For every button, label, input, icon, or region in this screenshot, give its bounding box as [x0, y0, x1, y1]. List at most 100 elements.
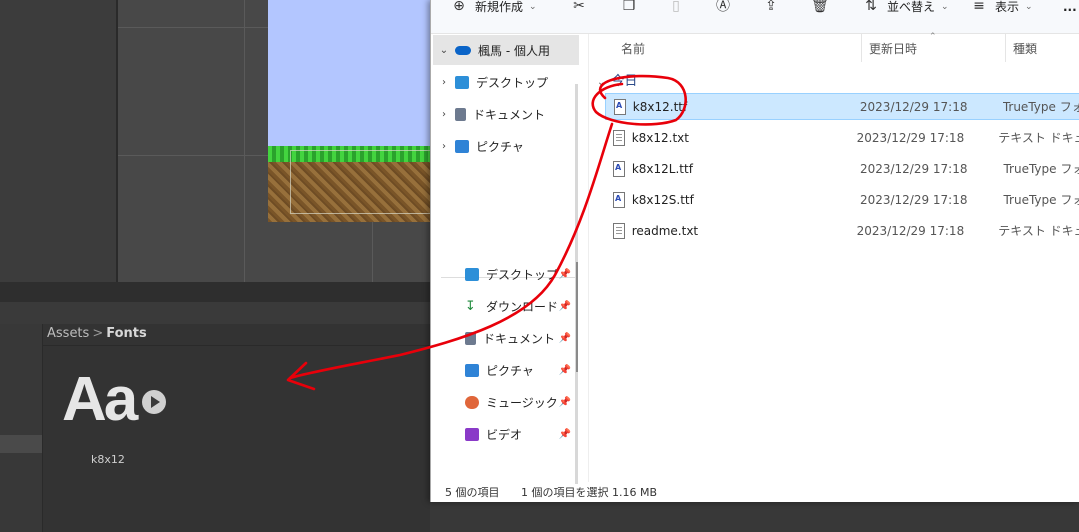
font-asset-label[interactable]: k8x12 — [91, 453, 125, 466]
file-date: 2023/12/29 17:18 — [859, 192, 968, 207]
quick-access-downloads[interactable]: ↧ ダウンロード 📌 — [433, 291, 579, 321]
sort-caret-icon: ⌃ — [929, 32, 937, 42]
video-icon — [465, 427, 479, 441]
quick-access-music[interactable]: ミュージック 📌 — [433, 387, 579, 417]
column-header-name[interactable]: 名前 — [621, 40, 645, 57]
table-row[interactable]: readme.txt 2023/12/29 17:18 テキスト ドキュ — [605, 217, 1079, 244]
new-button-label: 新規作成 — [475, 0, 524, 14]
desktop-icon — [465, 267, 479, 281]
pin-icon[interactable]: 📌 — [559, 269, 571, 280]
sidebar-item-label: ピクチャ — [476, 139, 524, 154]
column-header-type[interactable]: 種類 — [1013, 40, 1037, 57]
file-date: 2023/12/29 17:18 — [856, 130, 965, 145]
table-row[interactable]: k8x12S.ttf 2023/12/29 17:18 TrueType フォ — [605, 186, 1079, 213]
share-icon: ⇪ — [765, 0, 777, 14]
plus-circle-icon: ⊕ — [453, 0, 465, 14]
sidebar-item-documents[interactable]: › ドキュメント — [433, 99, 579, 129]
view-button[interactable]: ≡ 表示 ⌄ — [971, 0, 1032, 14]
play-icon[interactable] — [142, 390, 166, 414]
navigation-pane[interactable]: ⌄ 楓馬 - 個人用 › デスクトップ › ドキュメント › ピクチャ デスクト… — [431, 34, 581, 484]
file-type: テキスト ドキュ — [998, 224, 1079, 238]
chevron-down-icon: ⌄ — [597, 77, 606, 88]
pin-icon[interactable]: 📌 — [559, 333, 571, 344]
project-folder-selected[interactable] — [0, 435, 42, 453]
sidebar-scrollbar-thumb[interactable] — [576, 262, 578, 372]
sidebar-item-label: 楓馬 - 個人用 — [478, 43, 550, 58]
sidebar-item-label: デスクトップ — [476, 75, 549, 90]
column-divider[interactable] — [1005, 34, 1006, 62]
share-button[interactable]: ⇪ — [763, 0, 779, 14]
copy-button[interactable]: ❐ — [621, 0, 637, 14]
table-row[interactable]: k8x12L.ttf 2023/12/29 17:18 TrueType フォ — [605, 155, 1079, 182]
status-selection: 1 個の項目を選択 1.16 MB — [521, 486, 658, 499]
chevron-right-icon[interactable]: › — [433, 109, 455, 120]
sort-button[interactable]: ⇅ 並べ替え ⌄ — [863, 0, 948, 14]
breadcrumb: Assets > Fonts — [47, 325, 147, 345]
chevron-down-icon: ⌄ — [529, 2, 537, 12]
file-name: k8x12S.ttf — [631, 192, 694, 207]
breadcrumb-root[interactable]: Assets — [47, 326, 89, 341]
breadcrumb-current[interactable]: Fonts — [106, 326, 147, 341]
file-date: 2023/12/29 17:18 — [856, 223, 965, 238]
document-icon — [465, 331, 476, 345]
sidebar-item-desktop[interactable]: › デスクトップ — [433, 67, 579, 97]
font-file-icon — [614, 98, 626, 115]
cloud-icon — [455, 45, 471, 55]
quick-access-pictures[interactable]: ピクチャ 📌 — [433, 355, 579, 385]
status-bar: 5 個の項目 1 個の項目を選択 1.16 MB — [431, 482, 1079, 502]
delete-button[interactable]: 🗑 — [811, 0, 829, 14]
project-toolbar — [0, 302, 430, 325]
table-row[interactable]: k8x12.ttf 2023/12/29 17:18 TrueType フォ — [605, 93, 1079, 120]
file-date: 2023/12/29 17:18 — [859, 99, 968, 114]
file-name: k8x12L.ttf — [631, 161, 693, 176]
table-row[interactable]: k8x12.txt 2023/12/29 17:18 テキスト ドキュ — [605, 124, 1079, 151]
pin-icon[interactable]: 📌 — [559, 397, 571, 408]
file-date: 2023/12/29 17:18 — [859, 161, 968, 176]
file-name: k8x12.txt — [631, 130, 689, 145]
scene-sky — [268, 0, 430, 150]
quick-access-documents[interactable]: ドキュメント 📌 — [433, 323, 579, 353]
cut-button[interactable]: ✂ — [571, 0, 587, 14]
chevron-right-icon[interactable]: › — [433, 141, 455, 152]
chevron-down-icon[interactable]: ⌄ — [433, 45, 455, 56]
file-explorer-window[interactable]: ⊕ 新規作成 ⌄ ✂ ❐ ▯ Ⓐ ⇪ 🗑 ⇅ 並べ替え ⌄ ≡ 表示 ⌄ ...… — [430, 0, 1079, 502]
pin-icon[interactable]: 📌 — [559, 301, 571, 312]
quick-access-videos[interactable]: ビデオ 📌 — [433, 419, 579, 449]
breadcrumb-separator: > — [92, 326, 104, 341]
quick-access-label: デスクトップ — [486, 267, 559, 282]
column-header-date[interactable]: 更新日時 — [869, 40, 917, 57]
quick-access-label: ビデオ — [486, 427, 523, 442]
more-button[interactable]: ... — [1063, 0, 1077, 14]
file-type: テキスト ドキュ — [998, 131, 1079, 145]
sidebar-item-onedrive[interactable]: ⌄ 楓馬 - 個人用 — [433, 35, 579, 65]
project-folder-tree[interactable] — [0, 324, 43, 532]
new-button[interactable]: ⊕ 新規作成 ⌄ — [451, 0, 537, 14]
pin-icon[interactable]: 📌 — [559, 365, 571, 376]
rename-button[interactable]: Ⓐ — [715, 0, 731, 14]
text-file-icon — [613, 222, 625, 239]
file-list[interactable]: 名前 更新日時 ⌃ 種類 ⌄ 今日 k8x12.ttf 2023/12/29 17… — [589, 32, 1079, 482]
chevron-right-icon[interactable]: › — [433, 77, 455, 88]
text-file-icon — [613, 129, 625, 146]
column-divider[interactable] — [861, 34, 862, 62]
file-type: TrueType フォ — [1002, 100, 1079, 114]
download-icon: ↧ — [465, 298, 476, 314]
clipboard-icon: ▯ — [672, 0, 680, 14]
desktop-icon — [455, 75, 469, 89]
paste-button[interactable]: ▯ — [668, 0, 684, 14]
explorer-toolbar: ⊕ 新規作成 ⌄ ✂ ❐ ▯ Ⓐ ⇪ 🗑 ⇅ 並べ替え ⌄ ≡ 表示 ⌄ ... — [431, 0, 1079, 34]
sidebar-item-pictures[interactable]: › ピクチャ — [433, 131, 579, 161]
scissors-icon: ✂ — [573, 0, 585, 14]
group-header-today[interactable]: ⌄ 今日 — [597, 70, 637, 89]
breadcrumb-divider — [43, 345, 430, 346]
pin-icon[interactable]: 📌 — [559, 429, 571, 440]
view-button-label: 表示 — [995, 0, 1020, 14]
sort-button-label: 並べ替え — [887, 0, 936, 14]
quick-access-label: ダウンロード — [486, 299, 559, 314]
file-type: TrueType フォ — [1003, 162, 1079, 176]
copy-icon: ❐ — [622, 0, 636, 14]
font-asset-thumbnail[interactable]: Aa — [62, 365, 172, 438]
quick-access-desktop[interactable]: デスクトップ 📌 — [433, 259, 579, 289]
list-view-icon: ≡ — [973, 0, 985, 14]
sidebar-item-label: ドキュメント — [473, 107, 546, 122]
